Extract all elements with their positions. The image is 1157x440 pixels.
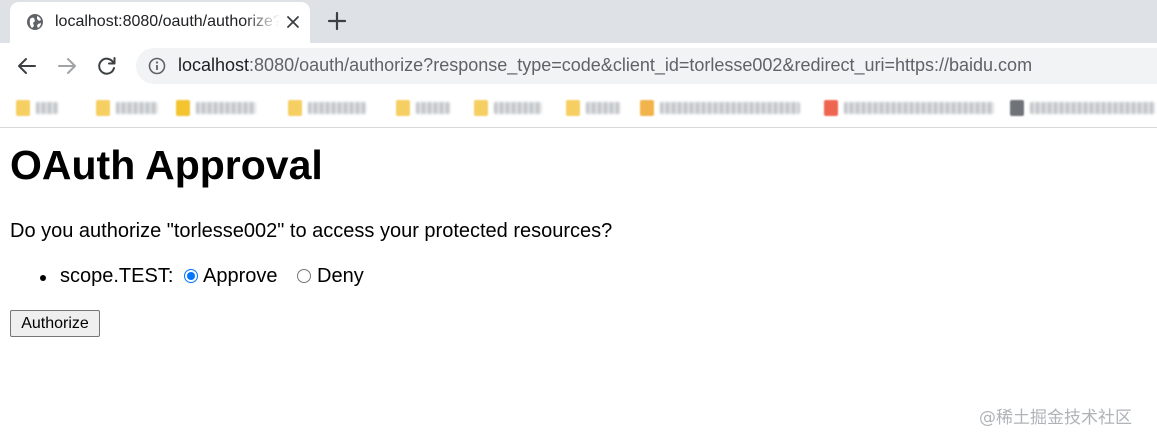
url-text[interactable]: localhost:8080/oauth/authorize?response_…	[178, 55, 1032, 76]
scope-label: scope.TEST:	[60, 265, 174, 287]
folder-icon	[16, 100, 30, 116]
toolbar-divider	[0, 127, 1157, 128]
page-title: OAuth Approval	[10, 142, 323, 188]
folder-icon	[566, 100, 580, 116]
list-bullet	[40, 275, 46, 281]
plus-icon[interactable]	[327, 11, 347, 31]
bookmark-label	[308, 102, 366, 114]
bookmarks-bar	[0, 89, 1157, 127]
bookmark-favicon	[824, 100, 838, 116]
bookmark-favicon	[640, 100, 654, 116]
approve-radio[interactable]	[184, 269, 198, 283]
globe-icon	[27, 14, 43, 30]
bookmark-label	[196, 102, 256, 114]
folder-icon	[396, 100, 410, 116]
url-host: localhost	[178, 55, 250, 75]
tab-strip: localhost:8080/oauth/authorize?response_…	[0, 0, 1157, 43]
bookmark-label	[1030, 102, 1155, 114]
bookmark-favicon	[176, 100, 190, 116]
bookmark-label	[36, 102, 58, 114]
browser-tab[interactable]: localhost:8080/oauth/authorize?response_…	[10, 2, 310, 43]
bookmark-label	[586, 102, 620, 114]
bookmark-favicon	[1010, 100, 1024, 116]
back-arrow-icon[interactable]	[16, 55, 38, 77]
bookmark-label	[416, 102, 450, 114]
authorize-button[interactable]: Authorize	[10, 310, 100, 337]
authorization-question: Do you authorize "torlesse002" to access…	[10, 220, 613, 242]
bookmark-label	[660, 102, 800, 114]
close-icon[interactable]	[286, 15, 300, 29]
address-bar[interactable]: localhost:8080/oauth/authorize?response_…	[136, 48, 1157, 84]
deny-label[interactable]: Deny	[317, 265, 364, 288]
folder-icon	[288, 100, 302, 116]
tab-title: localhost:8080/oauth/authorize?response_…	[55, 13, 280, 30]
approve-label[interactable]: Approve	[203, 265, 278, 288]
reload-icon[interactable]	[96, 55, 118, 77]
bookmark-label	[116, 102, 158, 114]
url-path: :8080/oauth/authorize?response_type=code…	[249, 55, 1033, 75]
info-icon[interactable]	[148, 57, 166, 75]
forward-arrow-icon[interactable]	[56, 55, 78, 77]
folder-icon	[474, 100, 488, 116]
bookmark-label	[494, 102, 542, 114]
deny-radio[interactable]	[297, 269, 311, 283]
watermark: @稀土掘金技术社区	[979, 408, 1132, 428]
folder-icon	[96, 100, 110, 116]
bookmark-label	[844, 102, 994, 114]
browser-toolbar: localhost:8080/oauth/authorize?response_…	[0, 43, 1157, 89]
